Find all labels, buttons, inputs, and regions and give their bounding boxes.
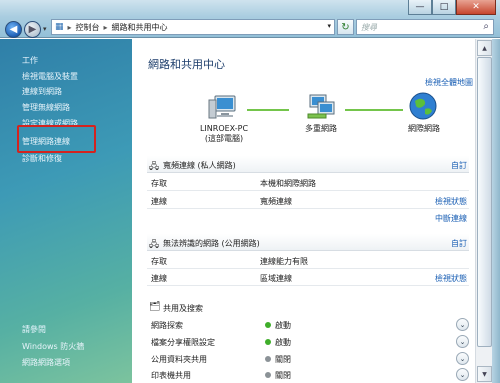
- scroll-up-button[interactable]: ▲: [477, 40, 492, 56]
- computer-icon: [208, 95, 236, 119]
- forward-button[interactable]: ▶: [24, 21, 41, 38]
- connection-line: [345, 109, 403, 111]
- setting-label: 公用資料夾共用: [151, 355, 207, 364]
- computer-name: LINROEX-PC: [199, 124, 249, 133]
- window-controls: — □ ✕: [408, 0, 496, 15]
- internet-globe-icon: [409, 92, 437, 120]
- scroll-down-button[interactable]: ▼: [477, 366, 492, 382]
- network-icon: [307, 94, 335, 119]
- list-item: 網路探索 啟動 ⌄: [147, 316, 469, 333]
- row-value: 區域連線: [260, 274, 292, 283]
- sidebar-link-internet-options[interactable]: 網路網路選項: [22, 357, 70, 368]
- table-row: 連線 區域連線 檢視狀態: [147, 269, 469, 286]
- task-pane: [0, 39, 132, 383]
- section-title: 共用及搜索: [163, 304, 203, 313]
- minimize-button[interactable]: —: [408, 0, 432, 15]
- sidebar-link-view-computers[interactable]: 檢視電腦及裝置: [22, 71, 78, 82]
- refresh-button[interactable]: ↻: [337, 19, 354, 35]
- setting-value: 啟動: [275, 321, 291, 330]
- view-status-link[interactable]: 檢視狀態: [435, 273, 467, 284]
- setting-label: 檔案分享權限設定: [151, 338, 215, 347]
- vertical-scrollbar[interactable]: ▲ ▼: [475, 39, 492, 383]
- window-frame: [492, 39, 500, 383]
- setting-value: 啟動: [275, 338, 291, 347]
- back-button[interactable]: ◀: [5, 21, 22, 38]
- close-button[interactable]: ✕: [456, 0, 496, 15]
- network-icon: 🖧: [149, 240, 160, 250]
- status-off-icon: [265, 356, 271, 362]
- row-label: 存取: [151, 257, 167, 266]
- row-label: 連線: [151, 197, 167, 206]
- broadband-section-header: 🖧 寬頻連線 (私人網路) 自訂: [147, 156, 469, 173]
- customize-link[interactable]: 自訂: [451, 160, 467, 171]
- row-label: 連線: [151, 274, 167, 283]
- sharing-icon: 🗂: [149, 302, 161, 312]
- status-on-icon: [265, 339, 271, 345]
- status-on-icon: [265, 322, 271, 328]
- computer-subtitle: (這部電腦): [204, 134, 244, 143]
- tasks-heading: 工作: [22, 56, 38, 65]
- breadcrumb-separator: ▸: [103, 22, 108, 32]
- expand-button[interactable]: ⌄: [456, 318, 469, 331]
- highlight-annotation: [17, 125, 96, 153]
- chevron-down-icon[interactable]: ▾: [327, 22, 331, 30]
- table-row: 中斷連線: [147, 209, 469, 226]
- sharing-section-header: 🗂 共用及搜索: [147, 299, 469, 316]
- this-computer-node[interactable]: LINROEX-PC (這部電腦): [196, 124, 252, 144]
- disconnect-link[interactable]: 中斷連線: [435, 213, 467, 224]
- recent-pages-dropdown[interactable]: ▾: [43, 25, 47, 33]
- setting-label: 網路探索: [151, 321, 183, 330]
- see-also-heading: 請參閱: [22, 325, 46, 334]
- table-row: 連線 寬頻連線 檢視狀態: [147, 192, 469, 209]
- setting-value: 關閉: [275, 355, 291, 364]
- sidebar-link-diagnose-repair[interactable]: 診斷和修復: [22, 153, 62, 164]
- sidebar-link-firewall[interactable]: Windows 防火牆: [22, 341, 84, 352]
- view-full-map-link[interactable]: 檢視全體地圖: [425, 77, 473, 88]
- public-network-section-header: 🖧 無法辨識的網路 (公用網路) 自訂: [147, 234, 469, 251]
- expand-button[interactable]: ⌄: [456, 335, 469, 348]
- network-node[interactable]: 多重網路: [298, 124, 344, 134]
- row-value: 本機和網際網路: [260, 179, 316, 188]
- customize-link[interactable]: 自訂: [451, 238, 467, 249]
- status-off-icon: [265, 372, 271, 378]
- search-input[interactable]: 搜尋 ⌕: [356, 19, 494, 35]
- sidebar-link-manage-wireless[interactable]: 管理無線網路: [22, 102, 70, 113]
- page-title: 網路和共用中心: [148, 58, 225, 71]
- list-item: 檔案分享權限設定 啟動 ⌄: [147, 333, 469, 350]
- maximize-button[interactable]: □: [432, 0, 456, 15]
- connection-line: [247, 109, 289, 111]
- search-placeholder: 搜尋: [361, 22, 377, 32]
- row-label: 存取: [151, 179, 167, 188]
- section-title: 無法辨識的網路 (公用網路): [163, 239, 260, 248]
- setting-value: 關閉: [275, 371, 291, 380]
- control-panel-icon: ▦: [55, 22, 64, 32]
- list-item: 印表機共用 關閉 ⌄: [147, 366, 469, 383]
- address-bar[interactable]: ▦ ▸ 控制台 ▸ 網路和共用中心 ▾: [51, 19, 335, 35]
- refresh-icon: ↻: [341, 21, 350, 33]
- network-icon: 🖧: [149, 162, 160, 172]
- view-status-link[interactable]: 檢視狀態: [435, 196, 467, 207]
- breadcrumb-network-center[interactable]: 網路和共用中心: [112, 22, 168, 33]
- breadcrumb-separator: ▸: [67, 22, 72, 32]
- sidebar-link-connect-network[interactable]: 連線到網路: [22, 86, 62, 97]
- table-row: 存取 本機和網際網路: [147, 174, 469, 191]
- table-row: 存取 連線能力有限: [147, 252, 469, 269]
- breadcrumb-control-panel[interactable]: 控制台: [76, 22, 100, 33]
- search-icon[interactable]: ⌕: [483, 21, 489, 32]
- row-value: 寬頻連線: [260, 197, 292, 206]
- row-value: 連線能力有限: [260, 257, 308, 266]
- section-title: 寬頻連線 (私人網路): [163, 161, 236, 170]
- setting-label: 印表機共用: [151, 371, 191, 380]
- list-item: 公用資料夾共用 關閉 ⌄: [147, 350, 469, 367]
- internet-node[interactable]: 網際網路: [402, 124, 446, 134]
- expand-button[interactable]: ⌄: [456, 368, 469, 381]
- scroll-thumb[interactable]: [477, 57, 492, 347]
- expand-button[interactable]: ⌄: [456, 352, 469, 365]
